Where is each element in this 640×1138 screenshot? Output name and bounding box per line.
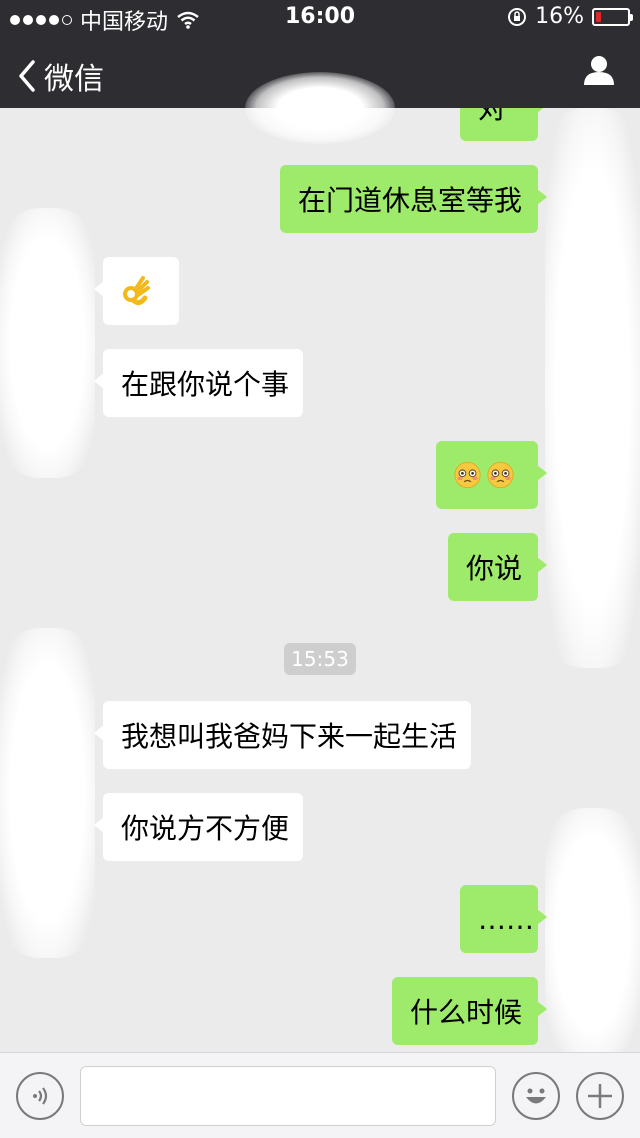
- pleading-face-icon: [487, 461, 514, 489]
- more-button[interactable]: [576, 1072, 624, 1120]
- status-right: 16%: [507, 4, 633, 29]
- message-text: 我想叫我爸妈下来一起生活: [121, 720, 458, 753]
- message-bubble-outgoing[interactable]: 对: [460, 108, 547, 141]
- smiley-icon: [526, 1088, 546, 1104]
- message-text: 对: [478, 108, 507, 125]
- message-input[interactable]: [80, 1066, 496, 1126]
- person-icon: [584, 56, 614, 85]
- voice-toggle-button[interactable]: [16, 1072, 64, 1120]
- ok-hand-icon: [123, 276, 150, 306]
- message-bubble-incoming[interactable]: [94, 257, 179, 325]
- input-bar: [0, 1052, 640, 1138]
- message-bubble-incoming[interactable]: 我想叫我爸妈下来一起生活: [94, 701, 471, 769]
- message-text: 在门道休息室等我: [298, 184, 523, 217]
- battery-level-fill: [596, 11, 601, 22]
- message-text: 你说: [466, 552, 523, 585]
- message-bubble-outgoing[interactable]: 在门道休息室等我: [280, 165, 547, 233]
- status-bar: 中国移动 16:00 16%: [0, 0, 640, 36]
- message-bubble-incoming[interactable]: 在跟你说个事: [94, 349, 303, 417]
- chat-area[interactable]: 对 在门道休息室等我 在跟你说个事 你说 15:53 我想叫我爸妈下来一起生活 …: [0, 108, 640, 1052]
- message-bubble-outgoing[interactable]: ……: [460, 885, 547, 953]
- message-text: 什么时候: [410, 996, 523, 1029]
- avatar-blur-right: [545, 108, 640, 668]
- back-label: 微信: [44, 62, 104, 97]
- avatar-blur-left: [0, 628, 95, 958]
- plus-icon: [588, 1084, 612, 1108]
- nav-bar: 微信: [0, 40, 640, 144]
- message-timestamp: 15:53: [284, 643, 356, 675]
- pleading-face-icon: [454, 461, 481, 489]
- orientation-lock-icon: [508, 7, 527, 26]
- battery-percent: 16%: [535, 4, 584, 29]
- avatar-blur-right: [545, 808, 640, 1052]
- message-text: ……: [478, 902, 534, 936]
- emoji-button[interactable]: [512, 1072, 560, 1120]
- message-bubble-outgoing[interactable]: 什么时候: [392, 977, 547, 1045]
- message-bubble-outgoing[interactable]: 你说: [448, 533, 547, 601]
- back-button[interactable]: 微信: [18, 54, 104, 98]
- voice-icon: [33, 1087, 48, 1105]
- header: 中国移动 16:00 16% 微信: [0, 0, 640, 144]
- avatar-blur-left: [0, 208, 95, 478]
- message-text: 你说方不方便: [121, 812, 290, 845]
- message-bubble-outgoing[interactable]: [436, 441, 547, 509]
- message-bubble-incoming[interactable]: 你说方不方便: [94, 793, 303, 861]
- battery-icon: [592, 7, 633, 26]
- chat-info-button[interactable]: [582, 54, 616, 90]
- chevron-left-icon: [19, 60, 35, 92]
- message-text: 在跟你说个事: [121, 368, 290, 401]
